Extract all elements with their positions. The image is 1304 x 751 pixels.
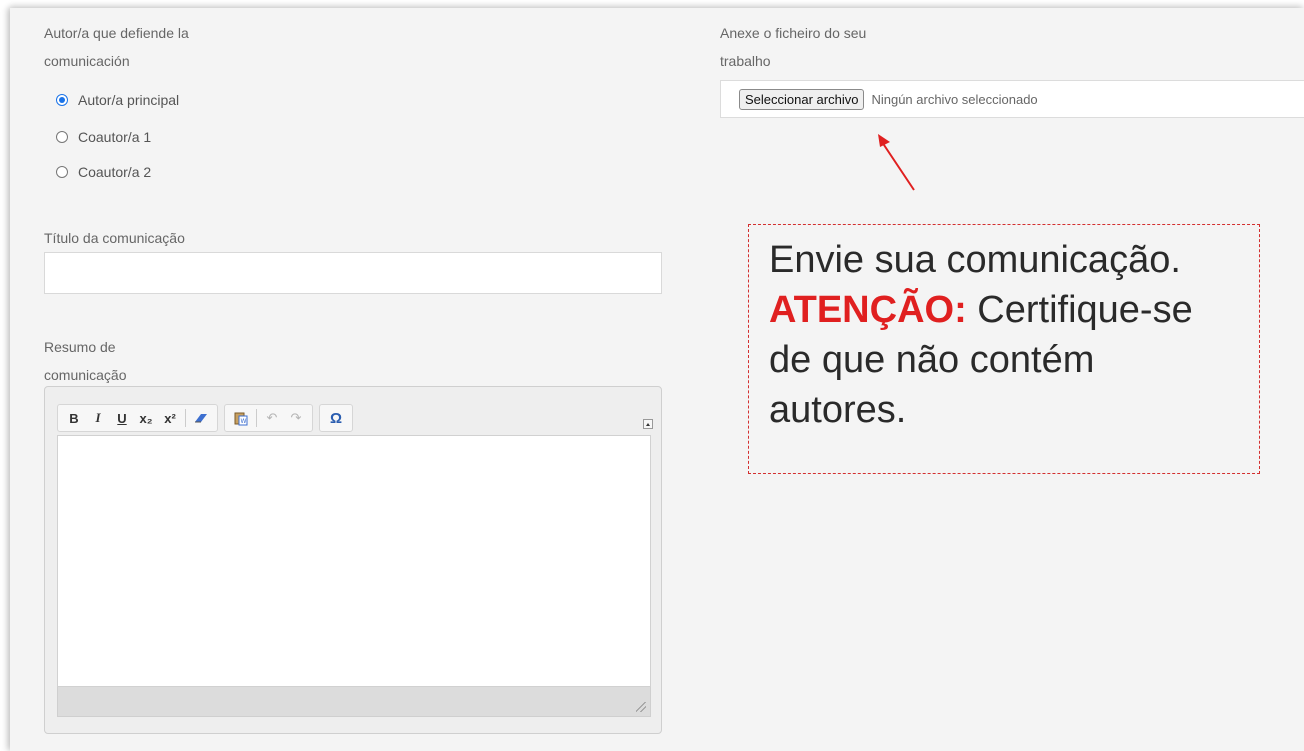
toolbar-group-clipboard: W ↶ ↷ — [224, 404, 313, 432]
redo-icon[interactable]: ↷ — [284, 407, 308, 429]
file-status-text: Ningún archivo seleccionado — [871, 91, 1038, 107]
undo-icon[interactable]: ↶ — [260, 407, 284, 429]
title-label: Título da comunicação — [44, 230, 185, 246]
title-input[interactable] — [44, 252, 662, 294]
file-input[interactable]: Seleccionar archivo Ningún archivo selec… — [720, 80, 1304, 118]
editor-toolbar: B I U x₂ x² W ↶ ↷ Ω — [57, 401, 651, 435]
callout-attention: ATENÇÃO: — [769, 289, 967, 331]
italic-icon[interactable]: I — [86, 407, 110, 429]
radio-label: Coautor/a 2 — [78, 164, 152, 180]
eraser-icon[interactable] — [189, 407, 213, 429]
author-label-line1: Autor/a que defiende la — [44, 25, 189, 41]
underline-icon[interactable]: U — [110, 407, 134, 429]
attachment-label-line2: trabalho — [720, 53, 771, 69]
collapse-toolbar-icon[interactable] — [643, 419, 653, 429]
subscript-icon[interactable]: x₂ — [134, 407, 158, 429]
abstract-editor-area[interactable] — [57, 435, 651, 687]
svg-text:W: W — [241, 418, 247, 425]
annotation-arrow-icon — [878, 134, 915, 191]
bold-icon[interactable]: B — [62, 407, 86, 429]
instruction-callout: Envie sua comunicação. ATENÇÃO: Certifiq… — [748, 224, 1260, 474]
paste-word-icon[interactable]: W — [229, 407, 253, 429]
radio-option-coauthor-2[interactable]: Coautor/a 2 — [56, 161, 151, 183]
toolbar-divider — [256, 409, 257, 427]
omega-icon[interactable]: Ω — [324, 407, 348, 429]
resize-grip-icon[interactable] — [636, 702, 646, 712]
abstract-label-line2: comunicação — [44, 367, 127, 383]
radio-button-checked[interactable] — [56, 94, 68, 106]
editor-status-bar — [57, 687, 651, 717]
rich-text-editor: B I U x₂ x² W ↶ ↷ Ω — [44, 386, 662, 734]
toolbar-group-insert: Ω — [319, 404, 353, 432]
author-label-line2: comunicación — [44, 53, 130, 69]
radio-option-main-author[interactable]: Autor/a principal — [56, 89, 179, 111]
toolbar-group-format: B I U x₂ x² — [57, 404, 218, 432]
radio-label: Autor/a principal — [78, 92, 180, 108]
callout-text-part1: Envie sua comunicação. — [769, 239, 1181, 281]
radio-label: Coautor/a 1 — [78, 129, 152, 145]
radio-option-coauthor-1[interactable]: Coautor/a 1 — [56, 126, 151, 148]
abstract-label-line1: Resumo de — [44, 339, 116, 355]
radio-button[interactable] — [56, 131, 68, 143]
attachment-label-line1: Anexe o ficheiro do seu — [720, 25, 867, 41]
select-file-button[interactable]: Seleccionar archivo — [739, 88, 865, 110]
superscript-icon[interactable]: x² — [158, 407, 182, 429]
toolbar-divider — [185, 409, 186, 427]
radio-button[interactable] — [56, 166, 68, 178]
